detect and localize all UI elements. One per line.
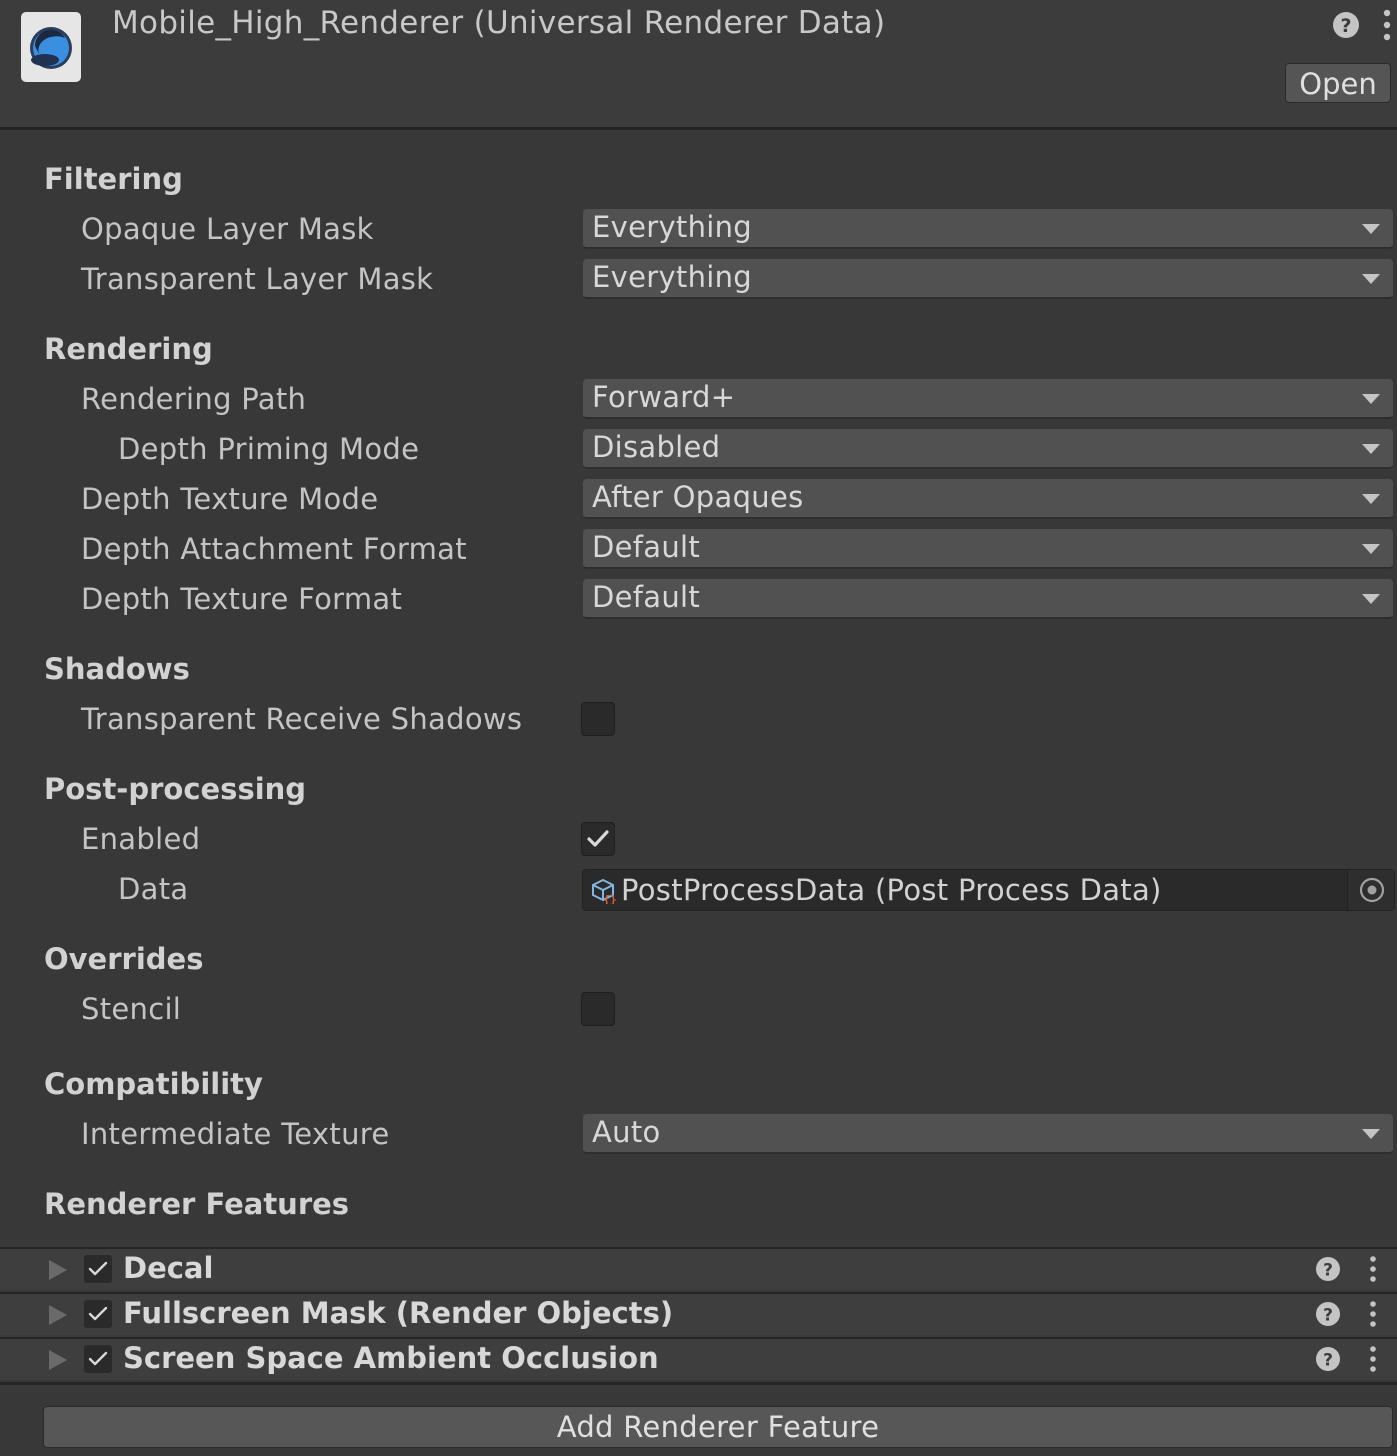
dropdown-value: Forward+ <box>592 380 736 414</box>
transparent-receive-shadows-label: Transparent Receive Shadows <box>81 702 523 736</box>
dropdown-arrow-icon <box>1362 1129 1380 1139</box>
section-renderer-features: Renderer Features <box>44 1187 350 1221</box>
depth-texture-mode-label: Depth Texture Mode <box>81 482 379 516</box>
inspector-header: Mobile_High_Renderer (Universal Renderer… <box>0 0 1397 130</box>
feature-name: Decal <box>123 1251 214 1285</box>
depth-attachment-format-label: Depth Attachment Format <box>81 532 467 566</box>
dropdown-value: Default <box>592 580 701 614</box>
transparent-receive-shadows-checkbox[interactable] <box>581 702 615 736</box>
post-processing-enabled-label: Enabled <box>81 822 201 856</box>
dropdown-arrow-icon <box>1362 494 1380 504</box>
foldout-arrow-icon[interactable] <box>49 1260 67 1280</box>
object-field-value: PostProcessData (Post Process Data) <box>621 873 1162 907</box>
rendering-path-label: Rendering Path <box>81 382 307 416</box>
feature-enabled-checkbox[interactable] <box>84 1300 112 1328</box>
scriptable-object-icon: {} <box>591 878 617 908</box>
post-processing-enabled-checkbox[interactable] <box>581 822 615 856</box>
dropdown-arrow-icon <box>1362 274 1380 284</box>
section-rendering: Rendering <box>44 332 213 366</box>
renderer-feature-row-decal[interactable]: Decal ? <box>0 1247 1397 1290</box>
stencil-checkbox[interactable] <box>581 992 615 1026</box>
rendering-path-dropdown[interactable]: Forward+ <box>583 379 1393 419</box>
depth-attachment-format-dropdown[interactable]: Default <box>583 529 1393 569</box>
dropdown-value: Everything <box>592 260 753 294</box>
section-filtering: Filtering <box>44 162 183 196</box>
dropdown-arrow-icon <box>1362 594 1380 604</box>
svg-text:?: ? <box>1323 1306 1333 1326</box>
dropdown-arrow-icon <box>1362 224 1380 234</box>
dropdown-value: Auto <box>592 1115 661 1149</box>
dropdown-arrow-icon <box>1362 444 1380 454</box>
svg-text:{}: {} <box>603 893 616 904</box>
dropdown-arrow-icon <box>1362 544 1380 554</box>
dropdown-value: After Opaques <box>592 480 804 514</box>
transparent-layer-mask-label: Transparent Layer Mask <box>81 262 434 296</box>
object-picker-icon[interactable] <box>1347 870 1394 910</box>
open-button[interactable]: Open <box>1285 63 1391 103</box>
divider <box>0 1382 1397 1385</box>
renderer-feature-row-ssao[interactable]: Screen Space Ambient Occlusion ? <box>0 1337 1397 1380</box>
feature-name: Fullscreen Mask (Render Objects) <box>123 1296 674 1330</box>
dropdown-value: Disabled <box>592 430 721 464</box>
svg-text:?: ? <box>1323 1261 1333 1281</box>
checkmark-icon <box>88 1351 108 1366</box>
foldout-arrow-icon[interactable] <box>49 1305 67 1325</box>
intermediate-texture-label: Intermediate Texture <box>81 1117 390 1151</box>
transparent-layer-mask-dropdown[interactable]: Everything <box>583 259 1393 299</box>
depth-priming-mode-label: Depth Priming Mode <box>118 432 420 466</box>
depth-texture-format-label: Depth Texture Format <box>81 582 403 616</box>
section-overrides: Overrides <box>44 942 204 976</box>
kebab-menu-icon[interactable] <box>1367 1344 1379 1378</box>
kebab-menu-icon[interactable] <box>1367 1299 1379 1333</box>
asset-title: Mobile_High_Renderer (Universal Renderer… <box>112 5 886 41</box>
checkmark-icon <box>88 1261 108 1276</box>
depth-priming-mode-dropdown[interactable]: Disabled <box>583 429 1393 469</box>
stencil-label: Stencil <box>81 992 182 1026</box>
section-post-processing: Post-processing <box>44 772 307 806</box>
renderer-feature-row-fullscreen-mask[interactable]: Fullscreen Mask (Render Objects) ? <box>0 1292 1397 1335</box>
help-icon[interactable]: ? <box>1315 1346 1341 1376</box>
kebab-menu-icon[interactable] <box>1367 1254 1379 1288</box>
feature-name: Screen Space Ambient Occlusion <box>123 1341 659 1375</box>
opaque-layer-mask-dropdown[interactable]: Everything <box>583 209 1393 249</box>
add-renderer-feature-button[interactable]: Add Renderer Feature <box>43 1406 1393 1448</box>
svg-text:?: ? <box>1340 15 1351 37</box>
feature-enabled-checkbox[interactable] <box>84 1255 112 1283</box>
help-icon[interactable]: ? <box>1315 1256 1341 1286</box>
depth-texture-format-dropdown[interactable]: Default <box>583 579 1393 619</box>
section-shadows: Shadows <box>44 652 190 686</box>
checkmark-icon <box>587 830 609 847</box>
dropdown-value: Everything <box>592 210 753 244</box>
opaque-layer-mask-label: Opaque Layer Mask <box>81 212 374 246</box>
dropdown-arrow-icon <box>1362 394 1380 404</box>
foldout-arrow-icon[interactable] <box>49 1350 67 1370</box>
svg-text:?: ? <box>1323 1351 1333 1371</box>
help-icon[interactable]: ? <box>1315 1301 1341 1331</box>
depth-texture-mode-dropdown[interactable]: After Opaques <box>583 479 1393 519</box>
section-compatibility: Compatibility <box>44 1067 263 1101</box>
intermediate-texture-dropdown[interactable]: Auto <box>583 1114 1393 1154</box>
universal-renderer-data-icon <box>21 12 81 82</box>
post-process-data-label: Data <box>118 872 189 906</box>
kebab-menu-icon[interactable] <box>1381 8 1393 46</box>
checkmark-icon <box>88 1306 108 1321</box>
feature-enabled-checkbox[interactable] <box>84 1345 112 1373</box>
post-process-data-field[interactable]: {} PostProcessData (Post Process Data) <box>582 869 1395 911</box>
dropdown-value: Default <box>592 530 701 564</box>
help-icon[interactable]: ? <box>1331 10 1361 44</box>
